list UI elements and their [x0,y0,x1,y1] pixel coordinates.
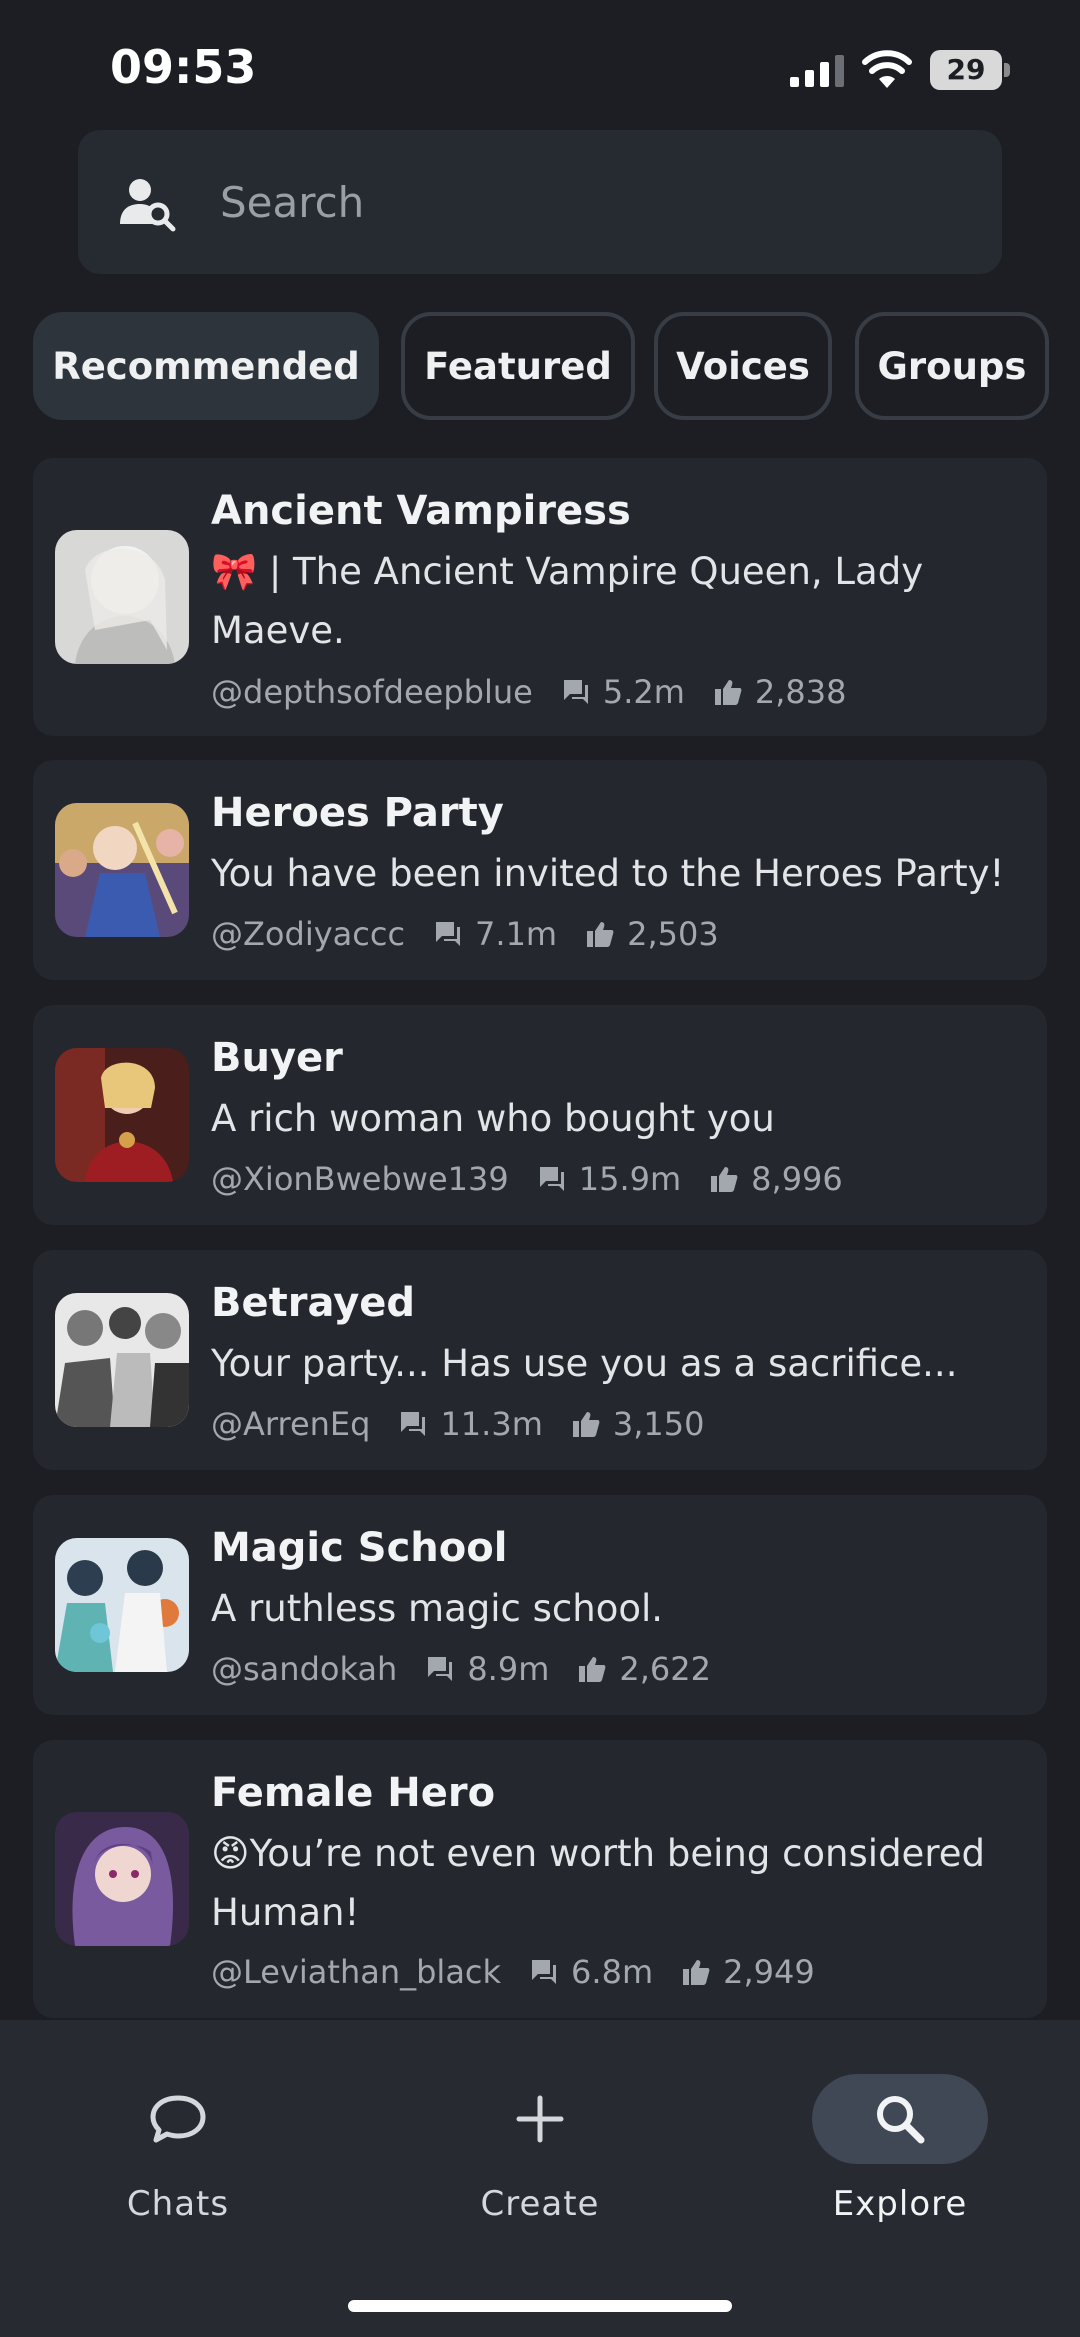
status-bar: 09:53 29 [0,0,1080,130]
nav-explore-label: Explore [832,2184,968,2224]
character-meta: @ArrenEq 11.3m 3,150 [211,1402,704,1446]
cellular-signal-icon [790,55,846,87]
character-meta: @sandokah 8.9m 2,622 [211,1647,711,1691]
character-avatar [55,1812,189,1946]
chat-bubble-icon [90,2074,266,2164]
character-card[interactable]: Heroes Party You have been invited to th… [33,760,1047,980]
character-author[interactable]: @Zodiyaccc [211,915,405,953]
character-avatar [55,1293,189,1427]
chat-count-icon [561,677,591,707]
tab-voices[interactable]: Voices [654,312,832,420]
chat-count-icon [529,1957,559,1987]
character-author[interactable]: @depthsofdeepblue [211,673,533,711]
nav-create[interactable]: Create [420,2054,660,2224]
like-count: 2,622 [619,1650,711,1688]
character-title: Female Hero [211,1770,496,1816]
character-card[interactable]: Magic School A ruthless magic school. @s… [33,1495,1047,1715]
tab-recommended[interactable]: Recommended [33,312,379,420]
nav-chats[interactable]: Chats [58,2054,298,2224]
bottom-navigation: Chats Create Explore [0,2020,1080,2337]
character-title: Ancient Vampiress [211,488,631,534]
character-avatar [55,1538,189,1672]
character-author[interactable]: @sandokah [211,1650,397,1688]
character-description: 🎀 | The Ancient Vampire Queen, Lady Maev… [211,550,924,652]
character-author[interactable]: @Leviathan_black [211,1953,501,1991]
chat-count: 15.9m [578,1160,682,1198]
nav-create-label: Create [480,2184,600,2224]
tab-featured[interactable]: Featured [401,312,635,420]
chat-count-icon [425,1654,455,1684]
character-title: Magic School [211,1525,508,1571]
thumbs-up-icon [571,1409,601,1439]
chat-count: 6.8m [571,1953,654,1991]
character-title: Betrayed [211,1280,416,1326]
like-count: 2,838 [754,673,847,711]
home-indicator [348,2300,732,2312]
thumbs-up-icon [577,1654,607,1684]
character-description: A ruthless magic school. [211,1587,664,1630]
character-card[interactable]: Ancient Vampiress 🎀 | The Ancient Vampir… [33,458,1047,736]
character-author[interactable]: @XionBwebwe139 [211,1160,509,1198]
character-description: Your party... Has use you as a sacrifice… [211,1342,958,1385]
like-count: 2,949 [723,1953,815,1991]
status-time: 09:53 [110,40,257,94]
character-meta: @Leviathan_black 6.8m 2,949 [211,1950,815,1994]
character-description: A rich woman who bought you [211,1097,775,1140]
plus-icon [452,2074,628,2164]
chat-count: 11.3m [440,1405,543,1443]
character-card[interactable]: Female Hero 😡You’re not even worth being… [33,1740,1047,2018]
character-meta: @XionBwebwe139 15.9m 8,996 [211,1157,843,1201]
character-card[interactable]: Betrayed Your party... Has use you as a … [33,1250,1047,1470]
thumbs-up-icon [681,1957,711,1987]
character-avatar [55,1048,189,1182]
character-card[interactable]: Buyer A rich woman who bought you @XionB… [33,1005,1047,1225]
like-count: 3,150 [612,1405,705,1443]
thumbs-up-icon [709,1164,739,1194]
like-count: 8,996 [751,1160,843,1198]
chat-count: 5.2m [602,673,685,711]
battery-level: 29 [946,53,986,86]
character-title: Heroes Party [211,790,504,836]
thumbs-up-icon [585,919,615,949]
nav-explore[interactable]: Explore [780,2054,1020,2224]
chat-count-icon [537,1164,567,1194]
chat-count: 8.9m [467,1650,550,1688]
search-icon [812,2074,988,2164]
character-meta: @depthsofdeepblue 5.2m 2,838 [211,670,847,714]
wifi-icon [862,50,912,90]
character-avatar [55,803,189,937]
chat-count: 7.1m [475,915,558,953]
character-description: 😡You’re not even worth being considered … [211,1832,985,1934]
character-avatar [55,530,189,664]
thumbs-up-icon [713,677,743,707]
search-input[interactable] [220,168,960,236]
nav-chats-label: Chats [126,2184,230,2224]
character-author[interactable]: @ArrenEq [211,1405,370,1443]
character-title: Buyer [211,1035,343,1081]
user-search-icon [118,176,178,232]
chat-count-icon [398,1409,428,1439]
character-description: You have been invited to the Heroes Part… [211,852,1005,895]
category-tabs: Recommended Featured Voices Groups [33,312,1080,422]
character-meta: @Zodiyaccc 7.1m 2,503 [211,912,719,956]
like-count: 2,503 [627,915,719,953]
battery-icon: 29 [930,50,1012,90]
tab-groups[interactable]: Groups [855,312,1049,420]
search-bar[interactable] [78,130,1002,274]
chat-count-icon [433,919,463,949]
